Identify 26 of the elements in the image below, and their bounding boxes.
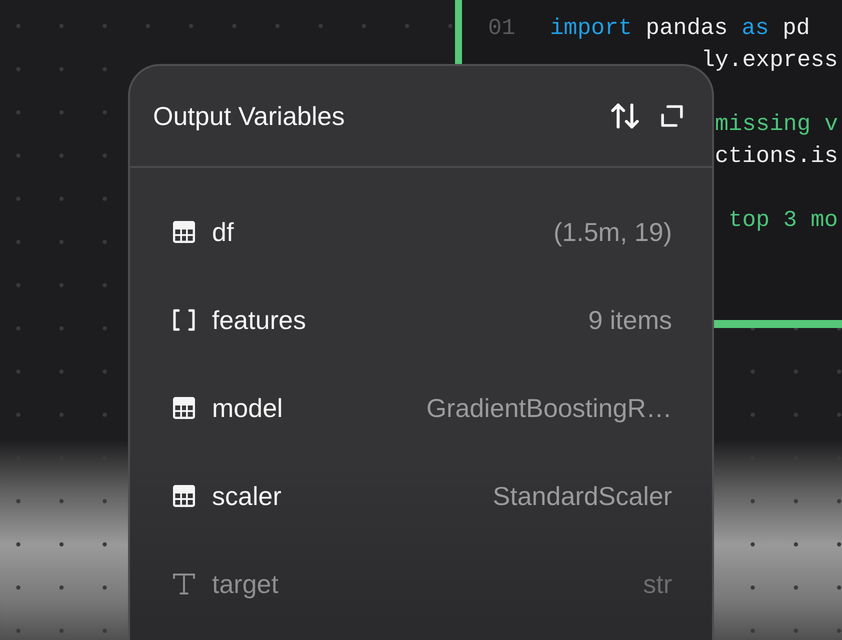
expand-icon	[661, 105, 683, 127]
arrows-up-down-icon	[611, 103, 639, 129]
variable-name: features	[212, 304, 306, 336]
variable-value: 9 items	[587, 304, 672, 336]
variable-value: StandardScaler	[492, 480, 672, 512]
code-line: top 3 mo	[728, 206, 838, 235]
sort-button[interactable]	[611, 103, 639, 129]
code-line: missing v	[714, 110, 838, 139]
table-icon	[172, 484, 196, 508]
code-line: ctions.is	[714, 142, 838, 171]
table-icon	[172, 220, 196, 244]
variable-value: (1.5m, 19)	[552, 216, 672, 248]
variable-name: scaler	[212, 480, 282, 512]
code-line: ly.express	[701, 46, 838, 75]
variable-value: GradientBoostingR…	[425, 392, 672, 424]
variable-name: df	[212, 216, 234, 248]
variable-value: str	[642, 568, 672, 600]
brackets-icon	[172, 308, 196, 332]
expand-button[interactable]	[661, 105, 683, 127]
line-number: 01	[488, 14, 516, 43]
text-icon	[172, 572, 196, 596]
variable-name: model	[212, 392, 283, 424]
code-line: import pandas as pd	[550, 14, 810, 43]
table-icon	[172, 396, 196, 420]
panel-title: Output Variables	[153, 100, 345, 132]
variable-name: target	[212, 568, 278, 600]
